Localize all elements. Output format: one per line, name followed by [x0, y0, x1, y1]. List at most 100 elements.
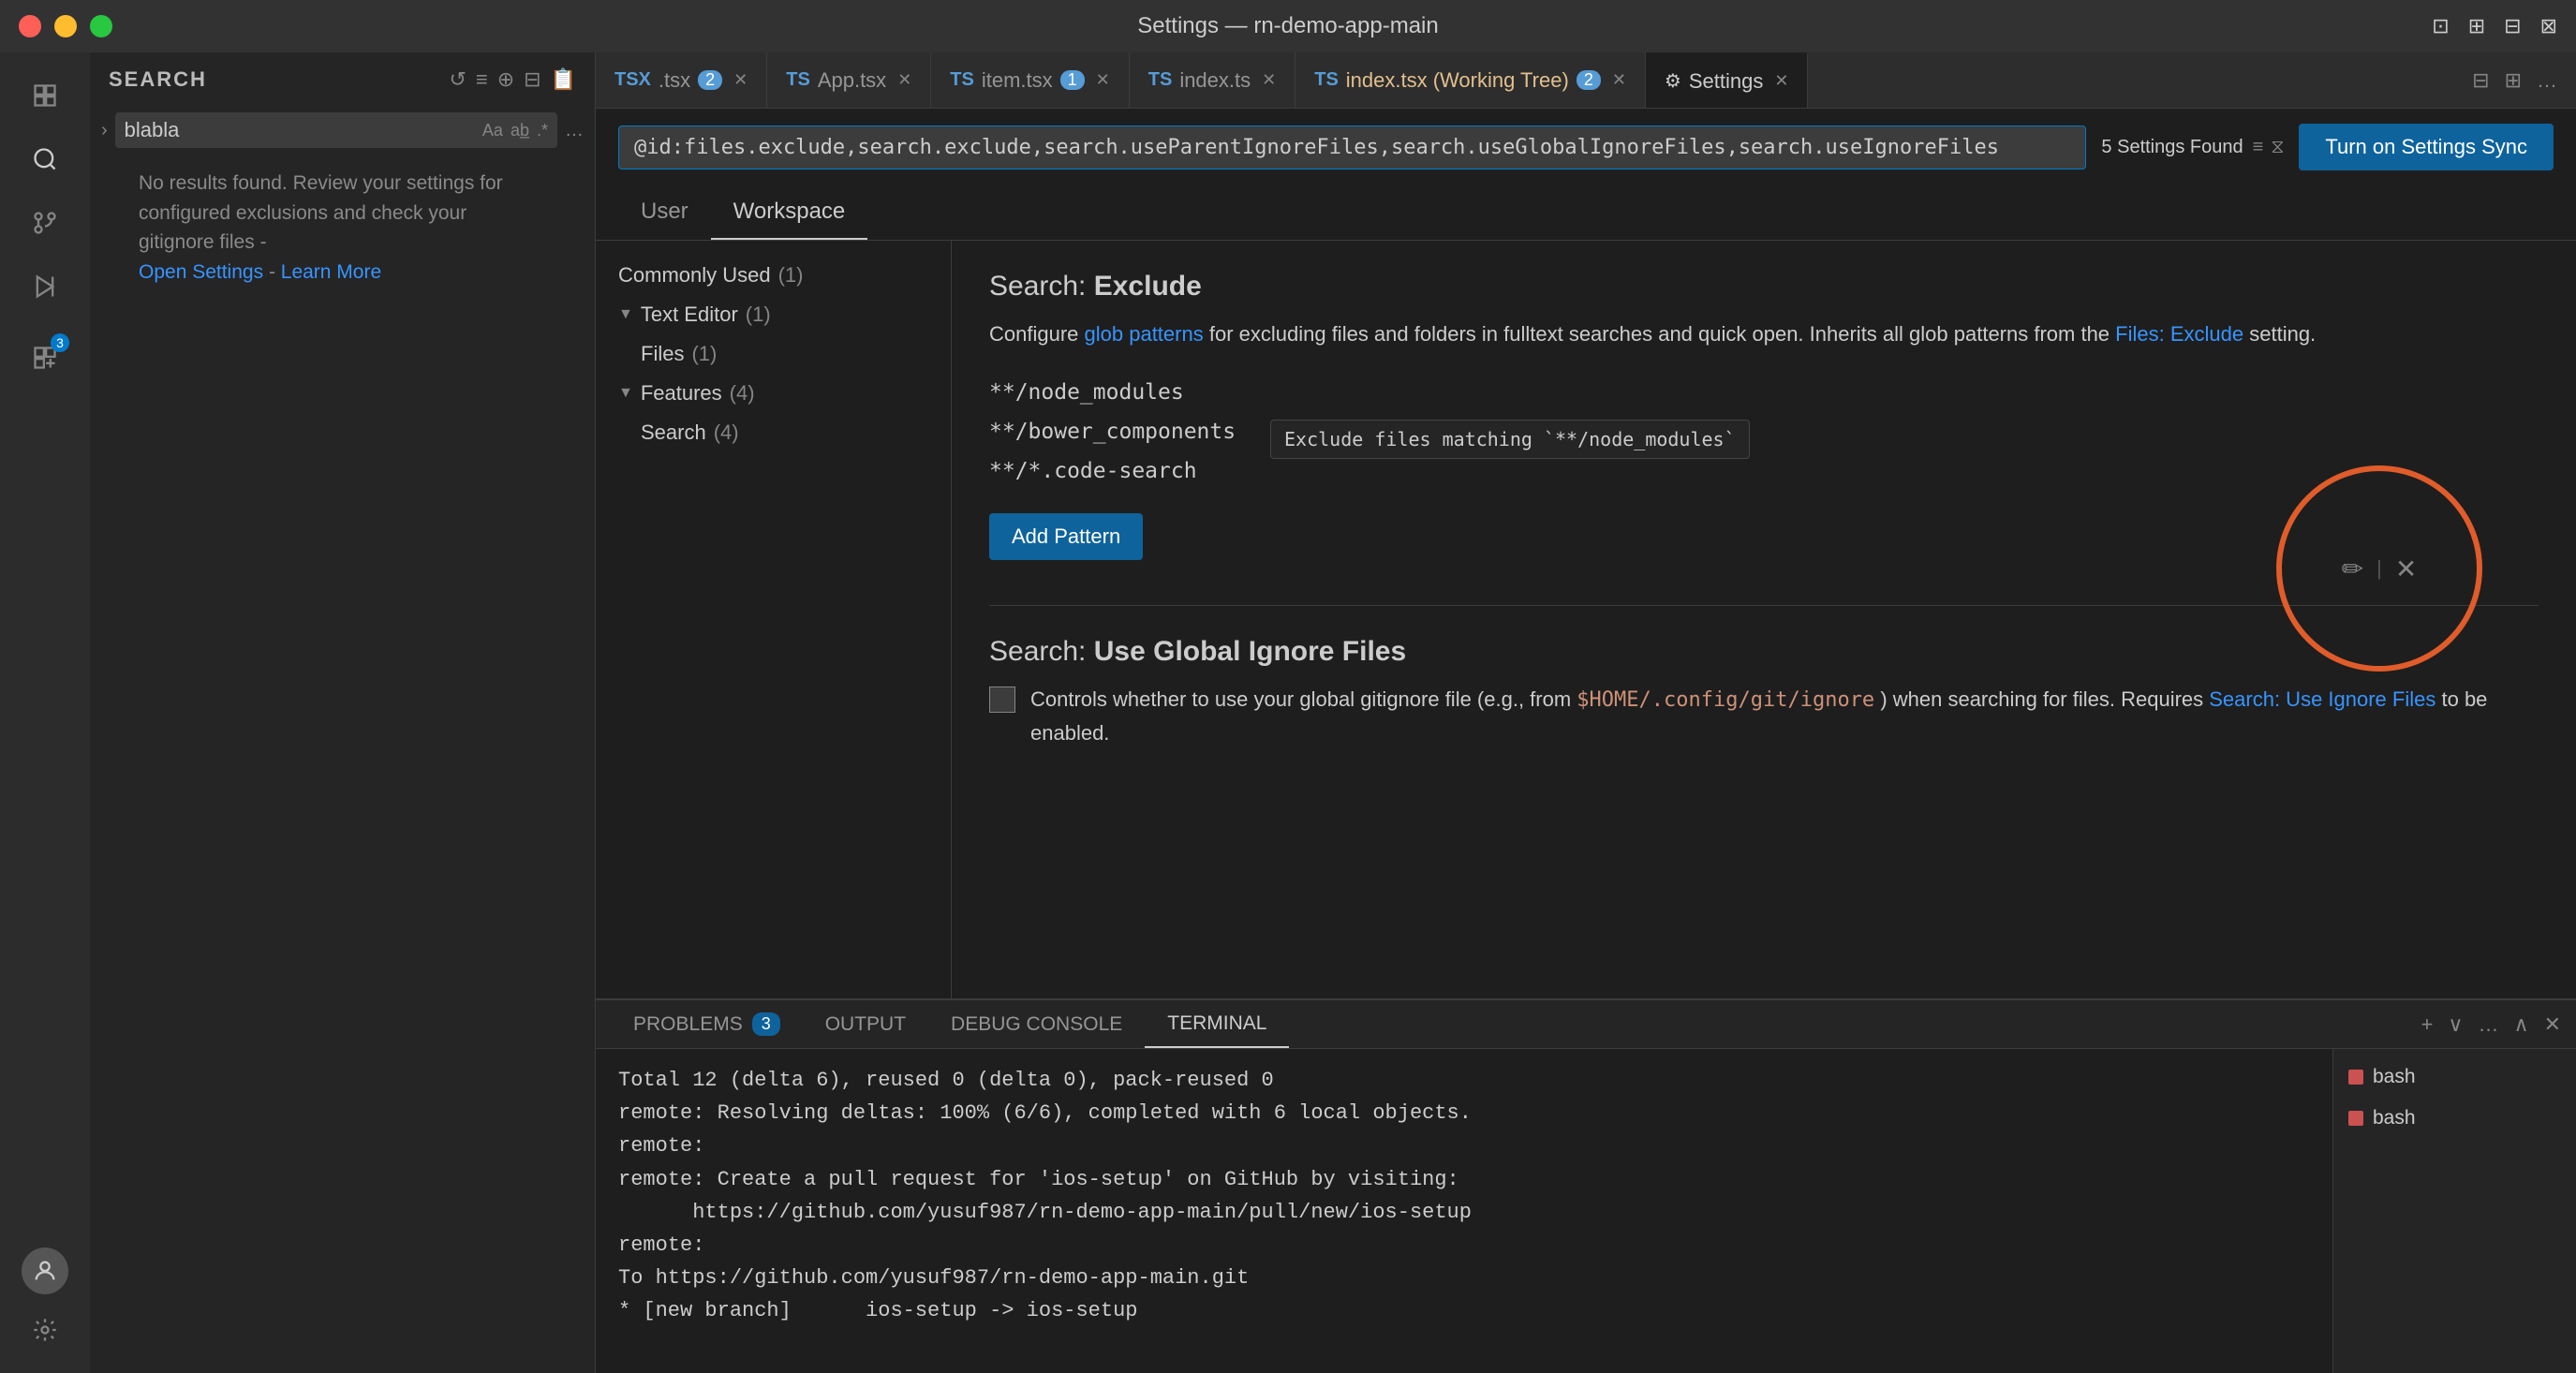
- terminal-tab-terminal[interactable]: TERMINAL: [1145, 1000, 1289, 1048]
- search-more-icon[interactable]: …: [565, 120, 584, 141]
- files-exclude-link[interactable]: Files: Exclude: [2115, 322, 2243, 346]
- tab-apptsx-close[interactable]: ✕: [897, 70, 911, 90]
- terminal-tab-debug-console[interactable]: DEBUG CONSOLE: [928, 1000, 1145, 1048]
- tab-itemtsx[interactable]: TS item.tsx 1 ✕: [931, 52, 1129, 108]
- pattern-item-code-search: **/*.code-search: [989, 451, 2539, 491]
- tab-indextsx-working-badge: 2: [1577, 70, 1601, 90]
- tab-split-icon[interactable]: ⊟: [2472, 68, 2489, 93]
- settings-tab-workspace[interactable]: Workspace: [711, 185, 868, 240]
- terminal-line-3: remote:: [618, 1129, 2310, 1162]
- menu-icon[interactable]: ⊠: [2540, 14, 2557, 38]
- refresh-icon[interactable]: ↺: [449, 67, 466, 92]
- maximize-button[interactable]: [90, 15, 112, 37]
- open-settings-link[interactable]: Open Settings: [139, 261, 263, 283]
- tab-settings-close[interactable]: ✕: [1774, 71, 1788, 91]
- tree-commonly-used[interactable]: Commonly Used (1): [596, 256, 951, 295]
- account-avatar[interactable]: [22, 1248, 68, 1294]
- edit-pattern-icon[interactable]: ✏: [2342, 554, 2363, 584]
- tree-text-editor[interactable]: ▼ Text Editor (1): [596, 295, 951, 334]
- extensions-badge: 3: [51, 333, 69, 352]
- activity-run[interactable]: [17, 258, 73, 315]
- terminal-tab-problems[interactable]: PROBLEMS 3: [611, 1000, 803, 1048]
- clear-results-icon[interactable]: ≡: [476, 67, 488, 92]
- minimize-button[interactable]: [54, 15, 77, 37]
- tab-indexts[interactable]: TS index.ts ✕: [1130, 52, 1295, 108]
- activity-source-control[interactable]: [17, 195, 73, 251]
- tab-layout-icon[interactable]: ⊞: [2505, 68, 2522, 93]
- terminal-session-2-label: bash: [2373, 1107, 2416, 1129]
- search-chevron-icon[interactable]: ›: [101, 120, 108, 141]
- learn-more-link[interactable]: Learn More: [281, 261, 381, 283]
- tab-indexts-close[interactable]: ✕: [1262, 70, 1276, 90]
- terminal-close-icon[interactable]: ✕: [2544, 1012, 2561, 1037]
- sidebar-title: SEARCH: [109, 67, 207, 92]
- settings-search-row: 5 Settings Found ≡ ⧖ Turn on Settings Sy…: [596, 109, 2576, 185]
- terminal-line-6: remote:: [618, 1229, 2310, 1262]
- search-input-icons: Aa ab̲ .*: [482, 121, 548, 140]
- add-pattern-button[interactable]: Add Pattern: [989, 513, 1143, 560]
- glob-patterns-link[interactable]: glob patterns: [1085, 322, 1204, 346]
- terminal-split-icon[interactable]: ∨: [2448, 1012, 2463, 1037]
- open-in-editor-icon[interactable]: 📋: [551, 67, 576, 92]
- new-search-icon[interactable]: ⊕: [497, 67, 514, 92]
- app-container: 3 SEARCH ↺ ≡ ⊕ ⊟ 📋: [0, 52, 2576, 1373]
- split-icon[interactable]: ⊞: [2468, 14, 2485, 38]
- global-ignore-checkbox[interactable]: [989, 686, 1015, 713]
- tree-files[interactable]: Files (1): [596, 334, 951, 374]
- whole-word-icon[interactable]: ab̲: [511, 121, 529, 140]
- settings-tab-user[interactable]: User: [618, 185, 711, 240]
- terminal-tab-output[interactable]: OUTPUT: [803, 1000, 928, 1048]
- layout-icon[interactable]: ⊡: [2432, 14, 2449, 38]
- tree-text-editor-chevron: ▼: [618, 306, 633, 323]
- panel-icon[interactable]: ⊟: [2504, 14, 2521, 38]
- pattern-item-bower-components: **/bower_components Exclude files matchi…: [989, 412, 2539, 451]
- tab-tsx-close[interactable]: ✕: [733, 70, 748, 90]
- new-terminal-icon[interactable]: +: [2421, 1012, 2433, 1037]
- tab-settings[interactable]: ⚙ Settings ✕: [1646, 52, 1809, 108]
- settings-filter-list-icon[interactable]: ≡: [2253, 137, 2264, 158]
- setting-global-ignore-bold: Use Global Ignore Files: [1094, 636, 1406, 667]
- terminal-session-2[interactable]: bash: [2333, 1098, 2576, 1139]
- activity-bar: 3: [0, 52, 90, 1373]
- search-input[interactable]: [125, 118, 475, 142]
- close-button[interactable]: [19, 15, 41, 37]
- title-bar-actions: ⊡ ⊞ ⊟ ⊠: [2432, 14, 2557, 38]
- settings-detail: Search: Exclude Configure glob patterns …: [952, 241, 2576, 998]
- pattern-item-node-modules: **/node_modules: [989, 373, 2539, 412]
- tab-tsx[interactable]: TSX .tsx 2 ✕: [596, 52, 767, 108]
- pattern-list: **/node_modules **/bower_components Excl…: [989, 373, 2539, 491]
- terminal-more-icon[interactable]: …: [2478, 1012, 2498, 1037]
- settings-body: Commonly Used (1) ▼ Text Editor (1) File…: [596, 241, 2576, 998]
- tree-commonly-used-label: Commonly Used: [618, 263, 771, 288]
- terminal-body: Total 12 (delta 6), reused 0 (delta 0), …: [596, 1049, 2576, 1373]
- output-tab-label: OUTPUT: [825, 1013, 906, 1036]
- match-case-icon[interactable]: Aa: [482, 121, 503, 140]
- collapse-all-icon[interactable]: ⊟: [524, 67, 540, 92]
- sync-button[interactable]: Turn on Settings Sync: [2299, 124, 2554, 170]
- problems-tab-label: PROBLEMS: [633, 1013, 743, 1036]
- terminal-maximize-icon[interactable]: ∧: [2513, 1012, 2528, 1037]
- terminal-panel: PROBLEMS 3 OUTPUT DEBUG CONSOLE TERMINAL…: [596, 998, 2576, 1373]
- checkbox-row: Controls whether to use your global giti…: [989, 683, 2539, 772]
- delete-pattern-icon[interactable]: ✕: [2395, 554, 2417, 584]
- terminal-line-5: https://github.com/yusuf987/rn-demo-app-…: [618, 1196, 2310, 1229]
- activity-explorer[interactable]: [17, 67, 73, 124]
- activity-extensions[interactable]: 3: [17, 330, 73, 386]
- tab-indextsx-working-close[interactable]: ✕: [1612, 70, 1626, 90]
- settings-search-input[interactable]: [634, 136, 2070, 159]
- tree-search[interactable]: Search (4): [596, 413, 951, 452]
- tree-features[interactable]: ▼ Features (4): [596, 374, 951, 413]
- settings-gear[interactable]: [17, 1302, 73, 1358]
- use-ignore-files-link[interactable]: Search: Use Ignore Files: [2209, 687, 2435, 711]
- tab-indextsx-working[interactable]: TS index.tsx (Working Tree) 2 ✕: [1295, 52, 1646, 108]
- settings-filter-icon[interactable]: ⧖: [2271, 137, 2284, 158]
- terminal-session-1[interactable]: bash: [2333, 1056, 2576, 1098]
- tab-itemtsx-close[interactable]: ✕: [1096, 70, 1110, 90]
- terminal-line-8: * [new branch] ios-setup -> ios-setup: [618, 1294, 2310, 1327]
- activity-search[interactable]: [17, 131, 73, 187]
- regex-icon[interactable]: .*: [537, 121, 548, 140]
- tab-more-icon[interactable]: …: [2537, 68, 2557, 93]
- setting-global-ignore-prefix: Search:: [989, 636, 1094, 667]
- tab-apptsx[interactable]: TS App.tsx ✕: [767, 52, 931, 108]
- settings-found-count: 5 Settings Found: [2101, 137, 2243, 158]
